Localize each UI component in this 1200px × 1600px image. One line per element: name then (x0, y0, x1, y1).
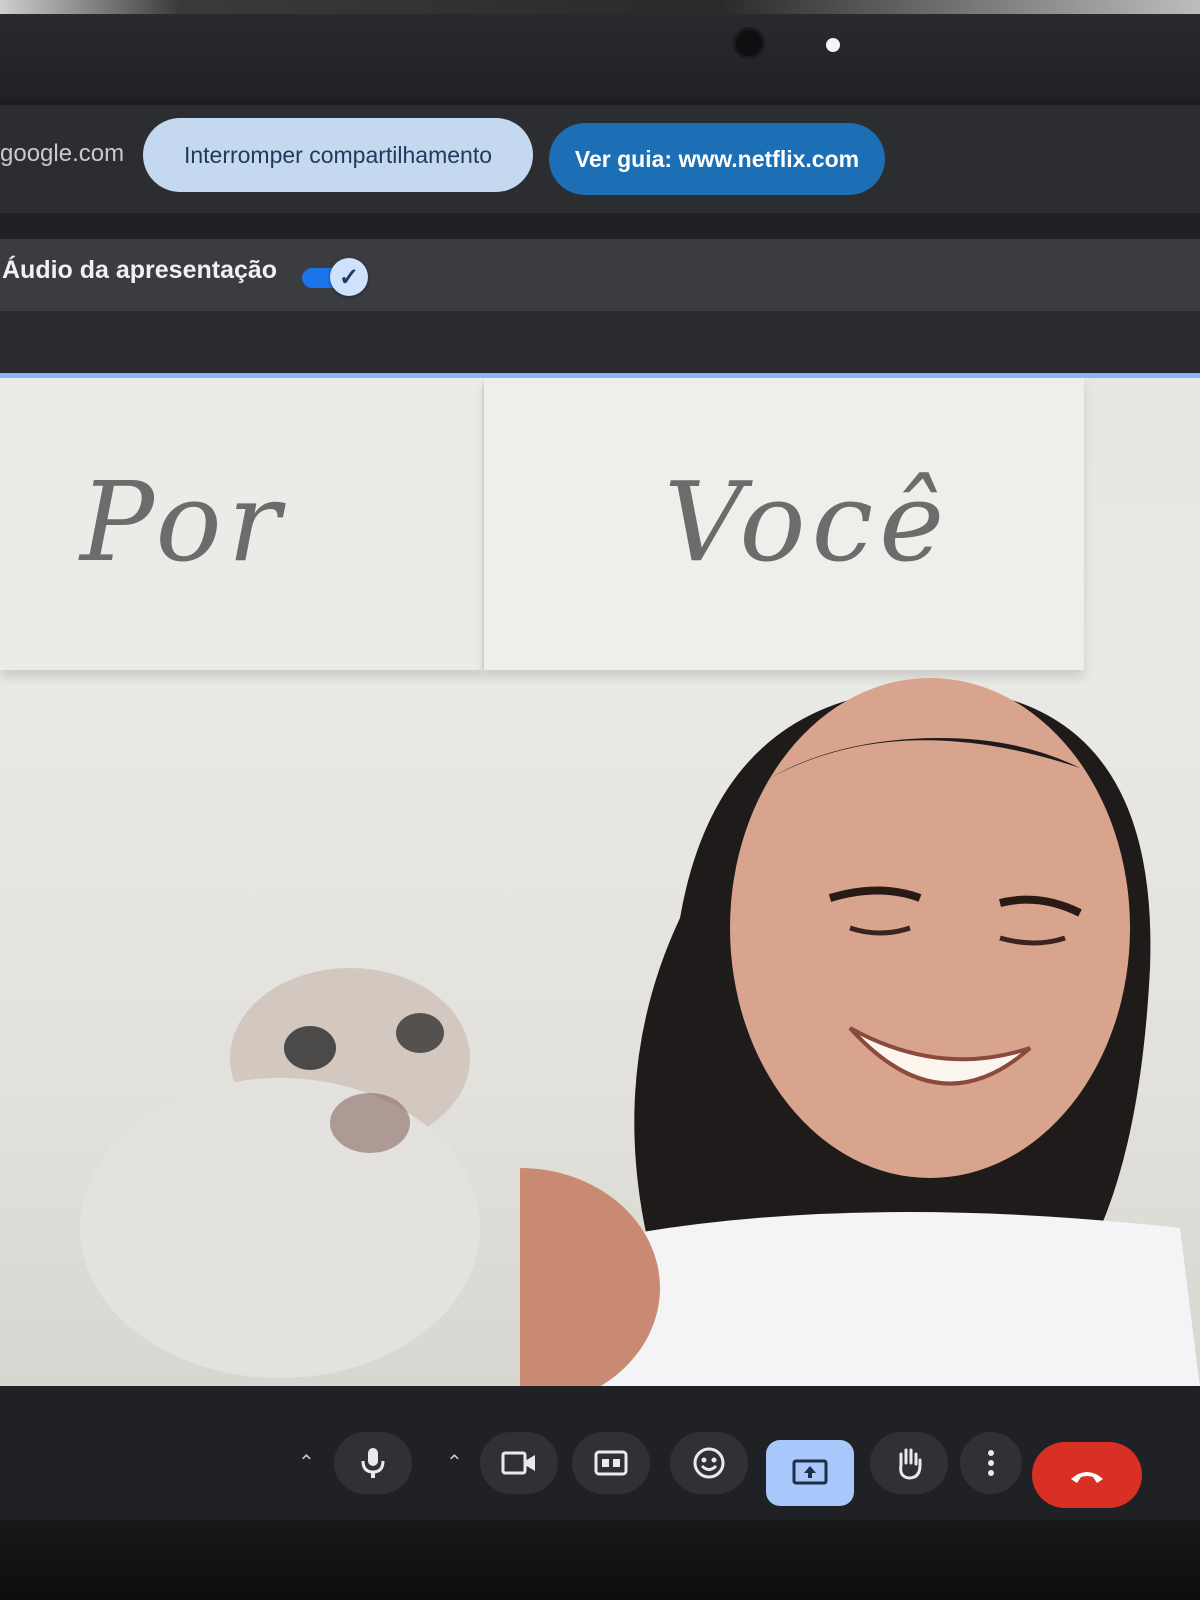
end-call-icon (1071, 1472, 1103, 1483)
camera-icon (501, 1451, 535, 1475)
webcam-led (826, 38, 840, 52)
wall-canvas-right-text: Você (664, 458, 951, 586)
mic-icon (361, 1448, 385, 1478)
participant-video-tile: Por Você (0, 373, 1200, 1391)
webcam-lens (736, 30, 762, 56)
present-now-button[interactable] (766, 1440, 854, 1506)
raise-hand-icon (899, 1448, 922, 1480)
spacer (0, 311, 1200, 373)
more-icon (988, 1450, 994, 1476)
presentation-audio-label: Áudio da apresentação (2, 256, 278, 284)
laptop-bezel (0, 0, 1200, 100)
more-options-button[interactable] (960, 1432, 1022, 1494)
bezel-edge (0, 0, 1200, 14)
captions-button[interactable] (572, 1432, 650, 1494)
present-icon (792, 1459, 828, 1485)
reactions-button[interactable] (670, 1432, 748, 1494)
shared-domain-text: google.com (0, 140, 125, 167)
captions-icon (594, 1450, 628, 1476)
leave-call-button[interactable] (1032, 1442, 1142, 1508)
wall-canvas-left: Por (0, 378, 482, 670)
emoji-icon (693, 1447, 725, 1479)
dog-illustration (80, 968, 480, 1378)
wall-canvas-right: Você (484, 378, 1084, 670)
camera-button[interactable] (480, 1432, 558, 1494)
laptop-bottom-bezel (0, 1520, 1200, 1600)
view-guide-button[interactable]: Ver guia: www.netflix.com (549, 123, 885, 195)
raise-hand-button[interactable] (870, 1432, 948, 1494)
wall-canvas-left-text: Por (80, 458, 287, 586)
stop-sharing-button[interactable]: Interromper compartilhamento (143, 118, 533, 192)
person-illustration (520, 678, 1200, 1386)
mic-options-chevron-icon[interactable]: ⌃ (298, 1450, 315, 1475)
camera-options-chevron-icon[interactable]: ⌃ (446, 1450, 463, 1475)
check-icon: ✓ (330, 258, 368, 296)
mic-button[interactable] (334, 1432, 412, 1494)
presentation-audio-toggle[interactable]: ✓ (300, 258, 370, 298)
divider (0, 213, 1200, 239)
